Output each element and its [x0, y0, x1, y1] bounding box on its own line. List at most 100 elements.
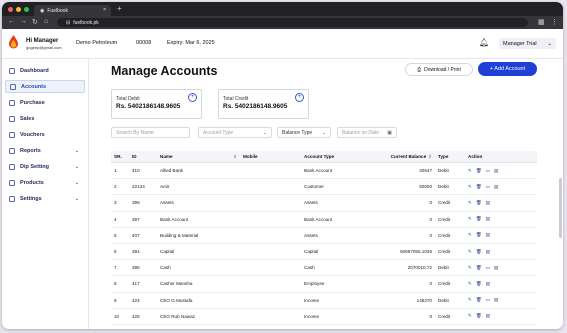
edit-icon[interactable]: ✎: [468, 265, 472, 271]
card-icon[interactable]: ▭: [486, 168, 490, 174]
sort-icon[interactable]: ⇕: [428, 154, 432, 159]
reports-icon: [9, 147, 15, 154]
cell-mobile: [240, 194, 301, 212]
col-name-label: Name: [160, 153, 173, 159]
add-account-button[interactable]: + Add Account: [478, 62, 537, 76]
chevron-down-icon: ⌄: [74, 195, 79, 202]
maximize-window-icon[interactable]: [24, 7, 29, 12]
cell-type: Credit: [435, 211, 465, 228]
sidebar-item-label: Vouchers: [20, 131, 45, 138]
account-type-select[interactable]: Account Type ⌄: [198, 127, 272, 138]
card-icon[interactable]: ▭: [486, 265, 490, 271]
delete-icon[interactable]: 🗑︎: [476, 281, 482, 287]
cell-type: Debit: [435, 259, 465, 277]
sidebar-item-settings[interactable]: Settings ⌄: [5, 192, 85, 205]
ledger-icon[interactable]: ▤: [486, 200, 490, 206]
balance-date-input[interactable]: Balance on Date ▣: [337, 127, 397, 138]
table-row: 10 425 CEO Rub Nawaz Income 0 Credit ✎ 🗑︎ ▤: [111, 308, 537, 325]
card-icon[interactable]: ▭: [486, 297, 490, 303]
sidebar-item-vouchers[interactable]: Vouchers: [5, 128, 85, 141]
ledger-icon[interactable]: ▤: [494, 265, 498, 271]
ledger-icon[interactable]: ▤: [486, 249, 490, 255]
table-row: 2 22134 Amir Customer 50000 Debit ✎ 🗑︎ ▭ ▤: [111, 178, 537, 196]
cell-sr: 3: [111, 194, 129, 212]
delete-icon[interactable]: 🗑︎: [476, 297, 482, 303]
sidebar-item-products[interactable]: Products ⌄: [5, 176, 85, 189]
edit-icon[interactable]: ✎: [468, 168, 472, 174]
cell-name: CEO G.Mustafa: [157, 292, 240, 309]
col-balance[interactable]: Current Balance ⇕: [369, 151, 435, 163]
cell-type: Credit: [435, 194, 465, 212]
cell-account-type: Bank Account: [301, 162, 369, 180]
cell-mobile: [240, 275, 301, 293]
close-window-icon[interactable]: [8, 7, 13, 12]
ledger-icon[interactable]: ▤: [494, 184, 498, 190]
reload-icon[interactable]: ↻: [32, 18, 38, 26]
cell-action: ✎ 🗑︎ ▤: [465, 275, 537, 293]
sidebar-item-dip-setting[interactable]: Dip Setting ⌄: [5, 160, 85, 173]
cell-balance: 4850: [369, 324, 435, 329]
cell-type: Credit: [435, 227, 465, 244]
sidebar-item-sales[interactable]: Sales: [5, 112, 85, 125]
delete-icon[interactable]: 🗑︎: [476, 313, 482, 319]
delete-icon[interactable]: 🗑︎: [476, 232, 482, 238]
delete-icon[interactable]: 🗑︎: [476, 249, 482, 255]
edit-icon[interactable]: ✎: [468, 249, 472, 255]
ledger-icon[interactable]: ▤: [486, 216, 490, 222]
cell-sr: 4: [111, 211, 129, 228]
sidebar-item-reports[interactable]: Reports ⌄: [5, 144, 85, 157]
edit-icon[interactable]: ✎: [468, 184, 472, 190]
edit-icon[interactable]: ✎: [468, 216, 472, 222]
cell-action: ✎ 🗑︎ ▭ ▤: [465, 292, 537, 309]
ledger-icon[interactable]: ▤: [494, 168, 498, 174]
extension-icon[interactable]: ▦: [538, 18, 545, 26]
fuelbook-logo: [9, 35, 18, 49]
home-icon[interactable]: ⌂: [44, 18, 48, 25]
chevron-down-icon: ⌄: [547, 40, 552, 47]
edit-icon[interactable]: ✎: [468, 313, 472, 319]
sidebar: Dashboard Accounts Purchase Sales Vouche…: [2, 59, 89, 329]
delete-icon[interactable]: 🗑︎: [476, 265, 482, 271]
plus-circle-icon: +: [188, 93, 197, 102]
cell-balance: 60967055.1035: [369, 243, 435, 261]
balance-type-select[interactable]: Balance Type ⌄: [277, 127, 331, 138]
sidebar-item-dashboard[interactable]: Dashboard: [5, 64, 85, 77]
ledger-icon[interactable]: ▤: [486, 232, 490, 238]
search-input[interactable]: Search By Name: [111, 127, 190, 138]
download-print-button[interactable]: ⎙ Download / Print: [405, 63, 473, 76]
cell-account-type: Income: [301, 308, 369, 325]
browser-tab[interactable]: ◉ Fuelbook ×: [34, 5, 111, 16]
forward-icon[interactable]: →: [20, 18, 27, 25]
sidebar-item-purchase[interactable]: Purchase: [5, 96, 85, 109]
ledger-icon[interactable]: ▤: [494, 297, 498, 303]
edit-icon[interactable]: ✎: [468, 281, 472, 287]
cell-type: Credit: [435, 308, 465, 325]
delete-icon[interactable]: 🗑︎: [476, 200, 482, 206]
cell-name: Capital: [157, 243, 240, 261]
scrollbar[interactable]: [559, 178, 562, 238]
browser-menu-icon[interactable]: ⋮: [551, 18, 558, 26]
table-body: 1 410 Allied Bank Bank Account 40647 Debit ✎ 🗑︎…: [111, 162, 537, 329]
delete-icon[interactable]: 🗑︎: [476, 168, 482, 174]
edit-icon[interactable]: ✎: [468, 297, 472, 303]
new-tab-icon[interactable]: +: [117, 4, 122, 13]
delete-icon[interactable]: 🗑︎: [476, 184, 482, 190]
delete-icon[interactable]: 🗑︎: [476, 216, 482, 222]
account-menu[interactable]: Manager Trial ⌄: [499, 38, 556, 49]
sidebar-item-accounts[interactable]: Accounts: [5, 80, 85, 93]
col-mobile: Mobile: [240, 151, 301, 163]
top-header: Hi Manager gogeep@gmail.com Demo Petrole…: [2, 29, 563, 59]
minimize-window-icon[interactable]: [16, 7, 21, 12]
edit-icon[interactable]: ✎: [468, 200, 472, 206]
col-name[interactable]: Name ⇕: [157, 151, 240, 163]
back-icon[interactable]: ←: [8, 18, 15, 25]
address-bar[interactable]: ⊟ fuelbook.pk: [57, 18, 528, 27]
edit-icon[interactable]: ✎: [468, 232, 472, 238]
card-icon[interactable]: ▭: [486, 184, 490, 190]
globe-icon: ◉: [40, 7, 45, 14]
bell-icon[interactable]: 🔔︎: [479, 38, 489, 47]
ledger-icon[interactable]: ▤: [486, 281, 490, 287]
ledger-icon[interactable]: ▤: [486, 313, 490, 319]
close-tab-icon[interactable]: ×: [103, 7, 106, 13]
sort-icon[interactable]: ⇕: [233, 154, 237, 160]
